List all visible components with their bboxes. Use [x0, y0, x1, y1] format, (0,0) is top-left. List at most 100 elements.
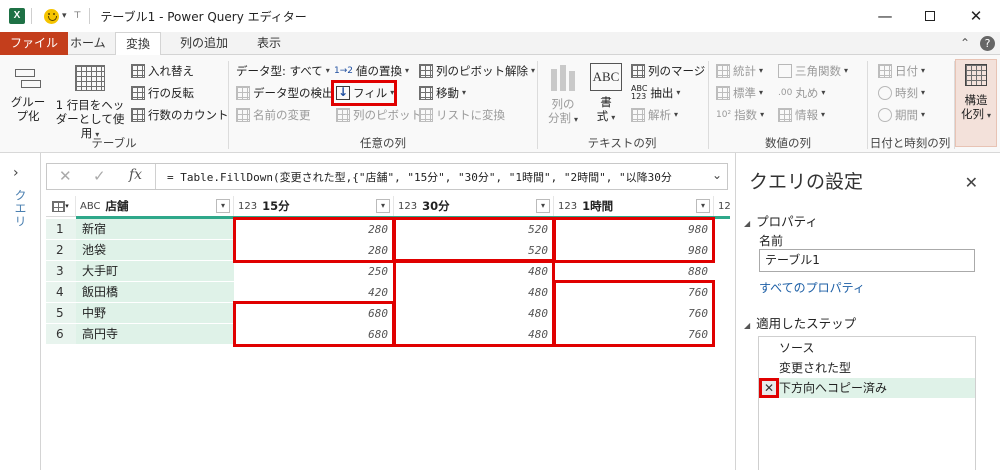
filter-dropdown-icon[interactable]: ▾ [216, 199, 230, 213]
merge-columns-button[interactable]: 列のマージ [631, 63, 705, 79]
column-header-15min[interactable]: 123 15分 ▾ [234, 196, 394, 217]
all-properties-link[interactable]: すべてのプロパティ [759, 279, 865, 296]
column-header-1hour[interactable]: 123 1時間 ▾ [554, 196, 714, 217]
cell-store[interactable]: 新宿 [76, 219, 234, 240]
cell-1hour[interactable]: 880 [554, 261, 714, 282]
step-changed-type[interactable]: 変更された型 [759, 358, 975, 378]
query-name-input[interactable]: テーブル1 [759, 249, 975, 272]
number-type-icon[interactable]: 123 [398, 201, 417, 212]
standard-label: 標準 [733, 86, 756, 100]
tab-home[interactable]: ホーム [60, 32, 116, 55]
pivot-column-button[interactable]: 列のピボット [336, 107, 422, 123]
filled-cells-highlight-box [393, 259, 555, 347]
parse-button[interactable]: 解析 ▾ [631, 107, 678, 123]
help-icon[interactable]: ? [980, 36, 995, 51]
number-type-icon[interactable]: 123 [718, 201, 730, 212]
text-type-icon[interactable]: ABC [80, 201, 101, 212]
close-pane-icon[interactable]: ✕ [965, 173, 978, 192]
column-header-next[interactable]: 123 [714, 196, 730, 217]
step-filled-down[interactable]: ✕ 下方向へコピー済み [759, 378, 975, 398]
tab-transform[interactable]: 変換 [115, 32, 162, 56]
tab-file[interactable]: ファイル [0, 32, 69, 55]
move-button[interactable]: 移動 ▾ [419, 85, 466, 101]
replace-values-button[interactable]: 1→2 値の置換 ▾ [334, 63, 409, 79]
group-by-label-2: プ化 [16, 109, 40, 123]
reverse-rows-button[interactable]: 行の反転 [131, 85, 194, 101]
format-button[interactable]: ABC 書 式 ▾ [586, 63, 626, 125]
step-label: ソース [779, 341, 815, 355]
fill-highlight-box [331, 80, 397, 106]
data-type-dropdown[interactable]: データ型: すべて ▾ [236, 63, 330, 79]
cell-store[interactable]: 高円寺 [76, 324, 234, 345]
column-header-30min[interactable]: 123 30分 ▾ [394, 196, 554, 217]
filter-dropdown-icon[interactable]: ▾ [376, 199, 390, 213]
table-menu-button[interactable]: ▾ [46, 196, 76, 217]
minimize-button[interactable]: — [862, 0, 908, 32]
collapse-ribbon-icon[interactable]: ⌃ [960, 36, 970, 50]
formula-input[interactable]: = Table.FillDown(変更された型,{"店舗", "15分", "3… [167, 169, 697, 185]
unpivot-columns-button[interactable]: 列のピボット解除 ▾ [419, 63, 535, 79]
name-label: 名前 [759, 234, 784, 248]
transpose-button[interactable]: 入れ替え [131, 63, 194, 79]
rounding-button[interactable]: .00 丸め ▾ [778, 85, 825, 101]
scientific-button[interactable]: 10² 指数 ▾ [716, 107, 764, 123]
properties-section-header[interactable]: ◢ プロパティ [744, 211, 818, 230]
cell-store[interactable]: 大手町 [76, 261, 234, 282]
filled-cells-highlight-box [233, 217, 395, 263]
filter-dropdown-icon[interactable]: ▾ [696, 199, 710, 213]
fx-icon[interactable]: fx [129, 167, 142, 183]
statistics-button[interactable]: 統計 ▾ [716, 63, 763, 79]
date-button[interactable]: 日付 ▾ [878, 63, 925, 79]
cell-15min[interactable]: 420 [234, 282, 394, 303]
cell-store[interactable]: 池袋 [76, 240, 234, 261]
window-title: テーブル1 - Power Query エディター [100, 9, 307, 24]
cell-store[interactable]: 中野 [76, 303, 234, 324]
delete-step-icon[interactable]: ✕ [759, 378, 779, 398]
commit-formula-icon[interactable]: ✓ [93, 167, 106, 185]
filled-cells-highlight-box [553, 217, 715, 263]
divider [31, 8, 32, 24]
smiley-icon[interactable] [44, 8, 59, 24]
split-column-button[interactable]: 列の 分割 ▾ [543, 63, 583, 127]
expand-formula-chevron-icon[interactable]: ⌄ [712, 168, 722, 182]
row-number[interactable]: 6 [46, 324, 76, 345]
filter-dropdown-icon[interactable]: ▾ [536, 199, 550, 213]
tab-add-column[interactable]: 列の追加 [170, 32, 238, 55]
dropdown-icon[interactable]: ▾ [62, 11, 67, 21]
number-type-icon[interactable]: 123 [558, 201, 577, 212]
data-preview-grid: ▾ ABC 店舗 ▾ 123 15分 ▾ 123 30分 ▾ 123 1時間 ▾… [46, 196, 730, 348]
maximize-button[interactable] [907, 0, 953, 32]
row-number[interactable]: 3 [46, 261, 76, 282]
close-window-button[interactable]: ✕ [953, 0, 999, 32]
customize-quick-access-icon[interactable]: ⊤ [74, 11, 82, 21]
trigonometry-button[interactable]: 三角関数 ▾ [778, 63, 848, 79]
expand-queries-chevron-icon[interactable]: › [13, 165, 19, 181]
row-number[interactable]: 5 [46, 303, 76, 324]
row-number[interactable]: 1 [46, 219, 76, 240]
tab-view[interactable]: 表示 [247, 32, 291, 55]
extract-icon: ABC 123 [631, 84, 648, 101]
convert-to-list-button[interactable]: リストに変換 [419, 107, 505, 123]
extract-button[interactable]: ABC 123 抽出 ▾ [631, 85, 680, 101]
step-source[interactable]: ソース [759, 338, 975, 358]
column-header-store[interactable]: ABC 店舗 ▾ [76, 196, 234, 217]
group-by-icon [15, 67, 41, 91]
cell-15min[interactable]: 250 [234, 261, 394, 282]
row-number[interactable]: 4 [46, 282, 76, 303]
detect-data-type-button[interactable]: データ型の検出 [236, 85, 334, 101]
cancel-formula-icon[interactable]: ✕ [59, 167, 72, 185]
duration-button[interactable]: 期間 ▾ [878, 107, 925, 123]
applied-steps-section-header[interactable]: ◢ 適用したステップ [744, 313, 856, 332]
standard-button[interactable]: 標準 ▾ [716, 85, 763, 101]
queries-pane-label[interactable]: クエリ [12, 189, 29, 228]
rename-button[interactable]: 名前の変更 [236, 107, 311, 123]
use-first-row-as-headers-button[interactable]: 1 行目をヘッ ダーとして使用 ▾ [52, 65, 128, 142]
count-rows-button[interactable]: 行数のカウント [131, 107, 229, 123]
row-number[interactable]: 2 [46, 240, 76, 261]
cell-store[interactable]: 飯田橋 [76, 282, 234, 303]
structured-column-button[interactable]: 構造 化列 ▾ [955, 59, 997, 147]
group-by-button[interactable]: グルー プ化 [6, 67, 50, 123]
information-button[interactable]: 情報 ▾ [778, 107, 825, 123]
time-button[interactable]: 時刻 ▾ [878, 85, 925, 101]
number-type-icon[interactable]: 123 [238, 201, 257, 212]
